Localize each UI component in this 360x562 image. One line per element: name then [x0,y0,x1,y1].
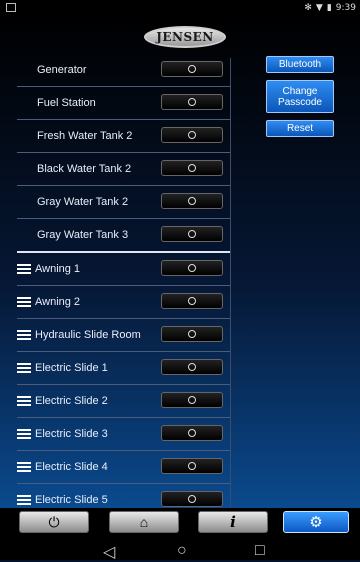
control-label: Awning 1 [35,263,81,275]
control-row-electric-slide-1: Electric Slide 1 [17,352,230,385]
battery-icon: ▮ [326,3,332,13]
device-label: Gray Water Tank 3 [37,229,129,241]
recent-apps-icon[interactable]: □ [255,542,265,560]
toggle-knob [188,429,196,437]
control-label: Electric Slide 5 [35,494,108,506]
bottom-nav: ⏻ ⌂ i ⚙ [0,508,360,536]
menu-icon[interactable] [17,297,31,307]
toggle-knob [188,396,196,404]
jensen-logo: JENSEN [144,26,226,48]
info-button[interactable]: i [198,511,268,533]
column-divider [230,58,231,528]
control-row-electric-slide-4: Electric Slide 4 [17,451,230,484]
toggle-knob [188,462,196,470]
bluetooth-button[interactable]: Bluetooth [266,56,334,73]
change-passcode-button[interactable]: Change Passcode [266,80,334,113]
status-bar: ✻ ▼ ▮ 9:39 [0,0,360,18]
device-row-gray-water-tank-2: Gray Water Tank 2 [17,186,230,219]
reset-button[interactable]: Reset [266,120,334,137]
device-label: Black Water Tank 2 [37,163,132,175]
menu-icon[interactable] [17,396,31,406]
toggle-knob [188,98,196,106]
control-row-hydraulic-slide-room: Hydraulic Slide Room [17,319,230,352]
power-button[interactable]: ⏻ [19,511,89,533]
status-right: ✻ ▼ ▮ 9:39 [304,3,356,13]
control-label: Hydraulic Slide Room [35,329,141,341]
control-label: Electric Slide 1 [35,362,108,374]
toggle-knob [188,363,196,371]
toggle-knob [188,495,196,503]
home-icon: ⌂ [139,514,149,530]
settings-button[interactable]: ⚙ [283,511,349,533]
toggle-knob [188,330,196,338]
toggle-switch[interactable] [161,127,223,143]
control-label: Electric Slide 3 [35,428,108,440]
toggle-switch[interactable] [161,226,223,242]
toggle-switch[interactable] [161,260,223,276]
toggle-switch[interactable] [161,392,223,408]
toggle-switch[interactable] [161,160,223,176]
home-button[interactable]: ⌂ [109,511,179,533]
control-label: Electric Slide 2 [35,395,108,407]
toggle-switch[interactable] [161,326,223,342]
android-navigation-bar: ◁ ○ □ [0,536,360,562]
settings-buttons: Bluetooth Change Passcode Reset [266,56,334,144]
menu-icon[interactable] [17,495,31,505]
toggle-switch[interactable] [161,94,223,110]
menu-icon[interactable] [17,264,31,274]
menu-icon[interactable] [17,330,31,340]
control-row-electric-slide-2: Electric Slide 2 [17,385,230,418]
toggle-knob [188,131,196,139]
control-label: Awning 2 [35,296,81,308]
circle-home-icon[interactable]: ○ [177,542,187,560]
bluetooth-icon: ✻ [304,3,312,13]
toggle-knob [188,164,196,172]
device-row-fuel-station: Fuel Station [17,87,230,120]
change-passcode-line1: Change [282,85,318,97]
wifi-icon: ▼ [315,3,323,13]
control-row-electric-slide-3: Electric Slide 3 [17,418,230,451]
status-time: 9:39 [335,3,356,13]
device-row-black-water-tank-2: Black Water Tank 2 [17,153,230,186]
device-row-fresh-water-tank-2: Fresh Water Tank 2 [17,120,230,153]
toggle-knob [188,264,196,272]
menu-icon[interactable] [17,429,31,439]
toggle-switch[interactable] [161,293,223,309]
menu-icon[interactable] [17,363,31,373]
power-icon: ⏻ [48,513,60,530]
device-label: Fresh Water Tank 2 [37,130,133,142]
toggle-knob [188,197,196,205]
toggle-switch[interactable] [161,359,223,375]
control-row-awning-2: Awning 2 [17,286,230,319]
device-label: Fuel Station [37,97,96,109]
toggle-switch[interactable] [161,458,223,474]
toggle-knob [188,297,196,305]
device-label: Gray Water Tank 2 [37,196,129,208]
device-list: Generator Fuel Station Fresh Water Tank … [17,54,230,517]
gear-icon: ⚙ [309,514,323,531]
toggle-switch[interactable] [161,61,223,77]
device-label: Generator [37,64,87,76]
back-icon[interactable]: ◁ [103,542,115,562]
toggle-knob [188,230,196,238]
control-row-awning-1: Awning 1 [17,253,230,286]
device-row-generator: Generator [17,54,230,87]
toggle-switch[interactable] [161,425,223,441]
toggle-switch[interactable] [161,491,223,507]
menu-icon[interactable] [17,462,31,472]
info-icon: i [230,513,236,531]
toggle-switch[interactable] [161,193,223,209]
control-label: Electric Slide 4 [35,461,108,473]
change-passcode-line2: Passcode [278,96,322,108]
toggle-knob [188,65,196,73]
device-row-gray-water-tank-3: Gray Water Tank 3 [17,219,230,253]
main-screen: JENSEN Generator Fuel Station Fresh Wate… [0,18,360,528]
image-icon [6,3,16,12]
